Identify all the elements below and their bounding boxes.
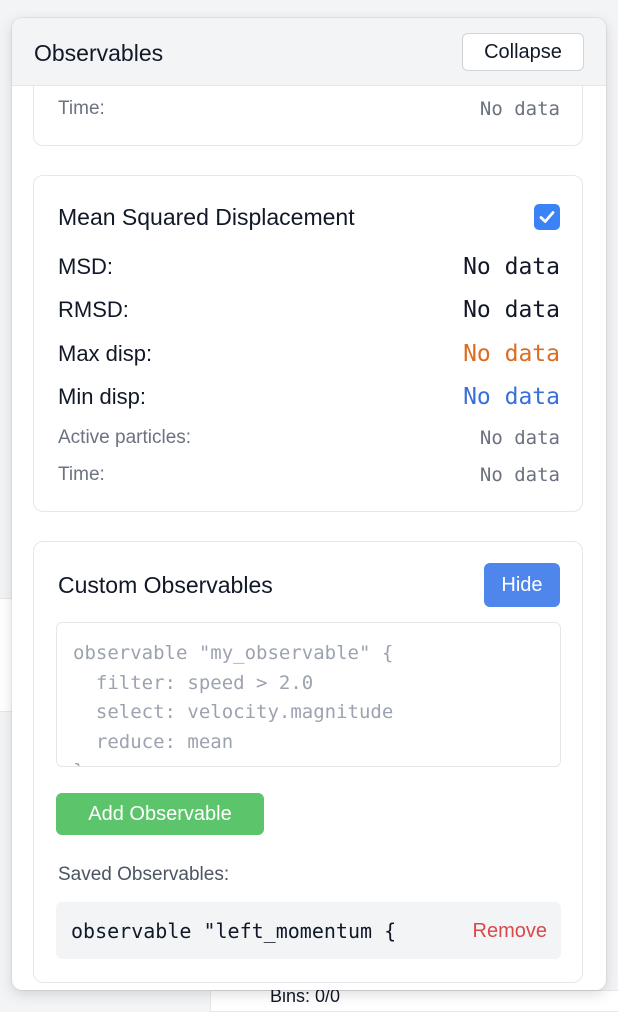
previous-observable-card: Time: No data xyxy=(33,86,583,146)
msd-enabled-checkbox[interactable] xyxy=(534,204,560,230)
stat-row-min-disp: Min disp: No data xyxy=(58,384,560,410)
stat-label: Time: xyxy=(58,464,105,485)
hide-button[interactable]: Hide xyxy=(484,563,560,607)
stat-row-active-particles: Active particles: No data xyxy=(58,427,560,449)
stat-row: Time: No data xyxy=(58,98,560,120)
stat-label: Min disp: xyxy=(58,384,147,409)
checkmark-icon xyxy=(539,211,555,223)
panel-header: Observables Collapse xyxy=(12,18,606,86)
editor-placeholder: observable "my_observable" { filter: spe… xyxy=(73,642,394,766)
stat-row-msd: MSD: No data xyxy=(58,254,560,280)
stat-value: No data xyxy=(463,384,560,410)
observable-code-editor[interactable]: observable "my_observable" { filter: spe… xyxy=(56,622,561,767)
custom-observables-card: Custom Observables Hide observable "my_o… xyxy=(33,541,583,983)
stat-value: No data xyxy=(463,297,560,323)
stat-row-time: Time: No data xyxy=(58,464,560,486)
stat-value: No data xyxy=(479,464,560,486)
stat-label: Max disp: xyxy=(58,341,153,366)
msd-card-title: Mean Squared Displacement xyxy=(58,204,355,230)
msd-card: Mean Squared Displacement MSD: No data R… xyxy=(33,175,583,512)
saved-observable-code: observable "left_momentum { xyxy=(71,919,397,943)
remove-button[interactable]: Remove xyxy=(473,920,547,943)
panel-scroll-area[interactable]: Time: No data Mean Squared Displacement … xyxy=(12,86,606,990)
panel-title: Observables xyxy=(34,40,164,66)
saved-observable-item: observable "left_momentum { Remove xyxy=(56,902,561,959)
stat-value: No data xyxy=(479,98,560,120)
stat-label: RMSD: xyxy=(58,297,129,322)
observables-panel: Observables Collapse Time: No data Mean … xyxy=(12,18,606,990)
stat-value: No data xyxy=(463,254,560,280)
saved-observables-label: Saved Observables: xyxy=(58,864,230,885)
custom-observables-title: Custom Observables xyxy=(58,572,273,598)
stat-label: Active particles: xyxy=(58,427,192,448)
add-observable-button[interactable]: Add Observable xyxy=(56,793,264,835)
stat-value: No data xyxy=(479,427,560,449)
stat-label: MSD: xyxy=(58,254,113,279)
stat-label: Time: xyxy=(58,98,105,119)
stat-row-max-disp: Max disp: No data xyxy=(58,341,560,367)
stat-row-rmsd: RMSD: No data xyxy=(58,297,560,323)
stat-value: No data xyxy=(463,341,560,367)
collapse-button[interactable]: Collapse xyxy=(462,33,584,71)
